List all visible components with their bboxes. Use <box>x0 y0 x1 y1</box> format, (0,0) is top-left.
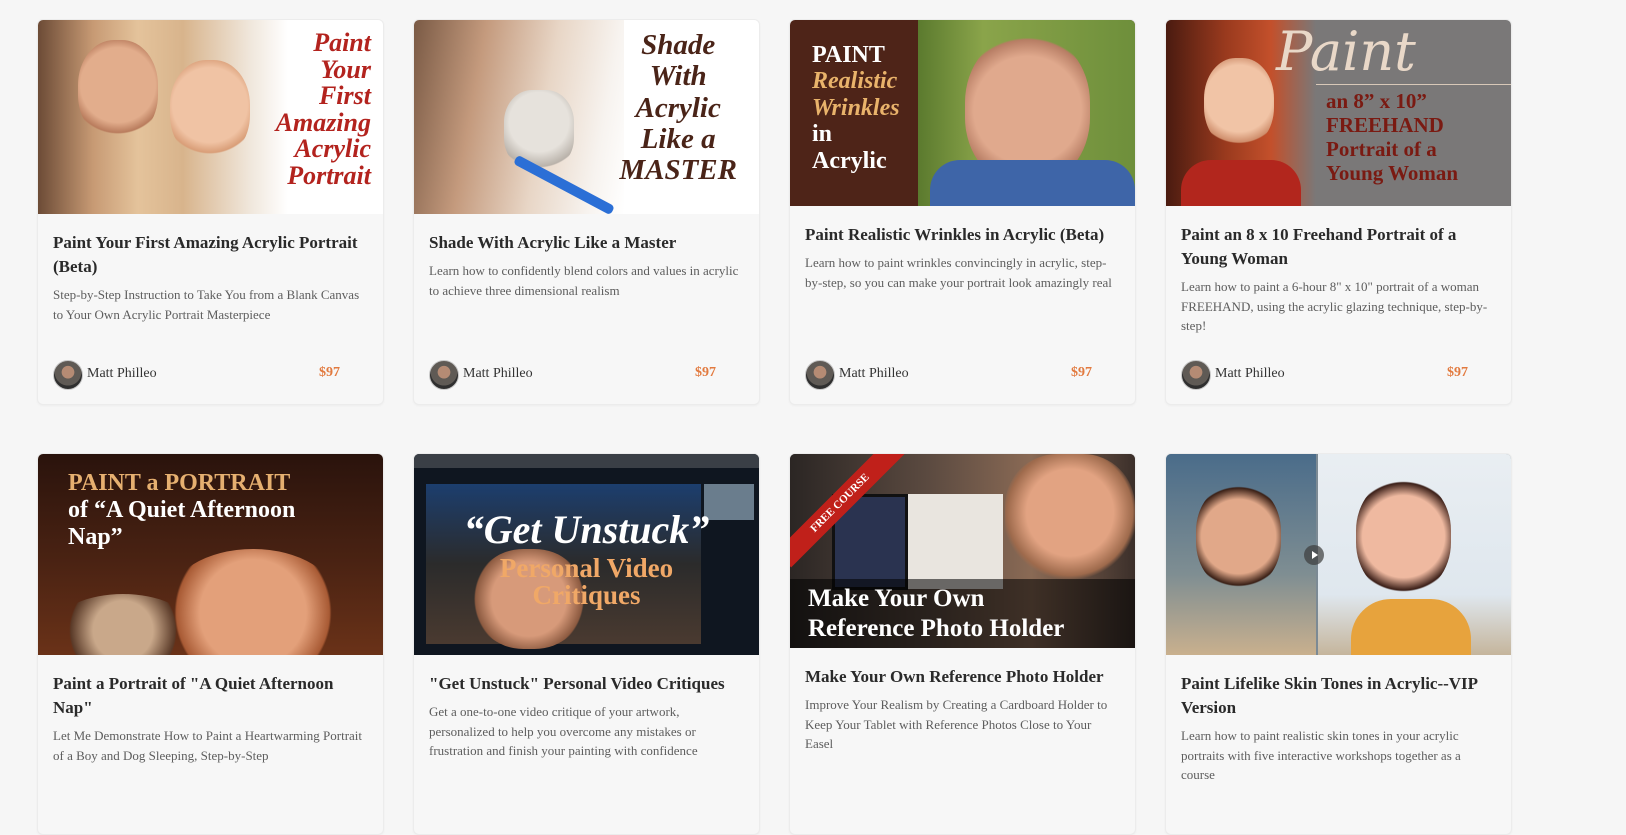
course-card[interactable]: Paint Your First Amazing Acrylic Portrai… <box>37 19 384 405</box>
thumb-title-line: in <box>812 121 833 148</box>
course-thumbnail[interactable] <box>1166 454 1511 655</box>
man-face <box>78 40 158 140</box>
thumb-title-line: Realistic <box>812 68 898 95</box>
author-avatar <box>805 360 835 390</box>
course-card[interactable]: Paint an 8” x 10” FREEHAND Portrait of a… <box>1165 19 1512 405</box>
course-title[interactable]: Shade With Acrylic Like a Master <box>429 231 744 255</box>
course-footer: Matt Philleo $97 <box>53 360 368 390</box>
author-name: Matt Philleo <box>839 366 909 381</box>
author-avatar <box>1181 360 1211 390</box>
dog <box>58 594 188 655</box>
red-sweater <box>1181 160 1301 206</box>
course-card[interactable]: PAINT a PORTRAIT of “A Quiet Afternoon N… <box>37 453 384 835</box>
course-card[interactable]: Paint Lifelike Skin Tones in Acrylic--VI… <box>1165 453 1512 835</box>
hoodie <box>930 160 1135 206</box>
course-description: Learn how to paint realistic skin tones … <box>1181 728 1461 782</box>
thumb-title-line: Amazing <box>275 107 371 137</box>
painted-woman-face <box>1356 479 1451 594</box>
course-description: Let Me Demonstrate How to Paint a Heartw… <box>53 728 363 763</box>
thumb-title-line: Make Your Own <box>808 585 985 612</box>
thumb-title-line: Portrait of a <box>1326 136 1437 161</box>
thumb-title-line: Wrinkles <box>812 94 900 121</box>
author-avatar <box>429 360 459 390</box>
course-card[interactable]: “Get Unstuck” Personal Video Critiques "… <box>413 453 760 835</box>
thumb-title-line: Nap” <box>68 523 123 550</box>
course-description: Learn how to paint a 6-hour 8" x 10" por… <box>1181 279 1488 333</box>
thumb-title-line: Your <box>320 54 371 84</box>
course-thumbnail[interactable]: Shade With Acrylic Like a MASTER <box>414 20 759 214</box>
thumb-title-line: Paint <box>313 28 371 57</box>
woman-face-photo <box>1196 484 1281 589</box>
course-price: $97 <box>1447 365 1468 380</box>
author-name: Matt Philleo <box>463 366 533 381</box>
thumb-title-line: Personal Video <box>499 552 674 583</box>
course-price: $97 <box>319 365 340 380</box>
course-title[interactable]: Paint Realistic Wrinkles in Acrylic (Bet… <box>805 223 1120 247</box>
course-thumbnail[interactable]: Paint an 8” x 10” FREEHAND Portrait of a… <box>1166 20 1511 206</box>
course-description: Improve Your Realism by Creating a Cardb… <box>805 697 1108 751</box>
course-card[interactable]: Shade With Acrylic Like a MASTER Shade W… <box>413 19 760 405</box>
young-woman-face <box>1204 58 1274 148</box>
course-description: Get a one-to-one video critique of your … <box>429 704 698 758</box>
course-footer: Matt Philleo $97 <box>1181 360 1496 390</box>
thumb-title-line: Shade <box>641 29 716 61</box>
course-title[interactable]: Make Your Own Reference Photo Holder <box>805 665 1120 689</box>
bearded-man <box>1005 454 1135 584</box>
author-name: Matt Philleo <box>1215 366 1285 381</box>
beard <box>504 90 574 170</box>
thumb-title-line: Acrylic <box>635 91 721 124</box>
course-description: Step-by-Step Instruction to Take You fro… <box>53 287 360 322</box>
woman-face <box>170 60 250 160</box>
thumb-title-line: Young Woman <box>1326 160 1459 185</box>
thumb-title-line: With <box>649 60 707 93</box>
course-card[interactable]: FREE COURSE Make Your Own Reference Phot… <box>789 453 1136 835</box>
course-price: $97 <box>695 365 716 380</box>
course-thumbnail[interactable]: “Get Unstuck” Personal Video Critiques <box>414 454 759 655</box>
play-icon[interactable] <box>1304 545 1324 565</box>
course-thumbnail[interactable]: PAINT Realistic Wrinkles in Acrylic <box>790 20 1135 206</box>
thumb-title-line: Like a <box>640 122 716 155</box>
thumb-title-line: “Get Unstuck” <box>463 507 710 552</box>
course-thumbnail[interactable]: Paint Your First Amazing Acrylic Portrai… <box>38 20 383 214</box>
thumb-title-line: PAINT a PORTRAIT <box>68 470 291 496</box>
thumb-title-line: Reference Photo Holder <box>808 614 1065 642</box>
thumb-title-line: Acrylic <box>294 134 371 164</box>
thumb-title-line: MASTER <box>619 154 737 187</box>
course-title[interactable]: Paint a Portrait of "A Quiet Afternoon N… <box>53 672 368 720</box>
author-avatar <box>53 360 83 390</box>
course-title[interactable]: Paint an 8 x 10 Freehand Portrait of a Y… <box>1181 223 1496 271</box>
thumb-title-line: PAINT <box>812 42 885 68</box>
course-description: Learn how to confidently blend colors an… <box>429 263 739 298</box>
thumb-title-line: an 8” x 10” <box>1326 89 1427 113</box>
zoom-window-bar <box>414 454 759 468</box>
divider <box>1316 84 1511 85</box>
course-thumbnail[interactable]: PAINT a PORTRAIT of “A Quiet Afternoon N… <box>38 454 383 655</box>
thumb-title-line: FREEHAND <box>1326 112 1444 137</box>
thumb-title-line: Portrait <box>287 160 371 190</box>
course-price: $97 <box>1071 365 1092 380</box>
thumb-title-line: First <box>318 81 371 111</box>
portrait-photo <box>38 20 288 214</box>
course-title[interactable]: "Get Unstuck" Personal Video Critiques <box>429 672 744 696</box>
author-name: Matt Philleo <box>87 366 157 381</box>
yellow-top <box>1351 599 1471 655</box>
thumb-title-line: Paint <box>1276 20 1416 83</box>
sleeping-boy <box>168 549 338 655</box>
course-title[interactable]: Paint Lifelike Skin Tones in Acrylic--VI… <box>1181 672 1496 720</box>
course-thumbnail[interactable]: FREE COURSE Make Your Own Reference Phot… <box>790 454 1135 648</box>
course-title[interactable]: Paint Your First Amazing Acrylic Portrai… <box>53 231 368 279</box>
pencil-drawing <box>908 494 1003 589</box>
thumb-title-line: of “A Quiet Afternoon <box>68 496 296 523</box>
thumb-title-line: Critiques <box>532 580 641 611</box>
course-footer: Matt Philleo $97 <box>429 360 744 390</box>
course-card[interactable]: PAINT Realistic Wrinkles in Acrylic Pain… <box>789 19 1136 405</box>
course-footer: Matt Philleo $97 <box>805 360 1120 390</box>
course-description: Learn how to paint wrinkles convincingly… <box>805 255 1112 290</box>
thumb-title-line: Acrylic <box>812 147 887 174</box>
